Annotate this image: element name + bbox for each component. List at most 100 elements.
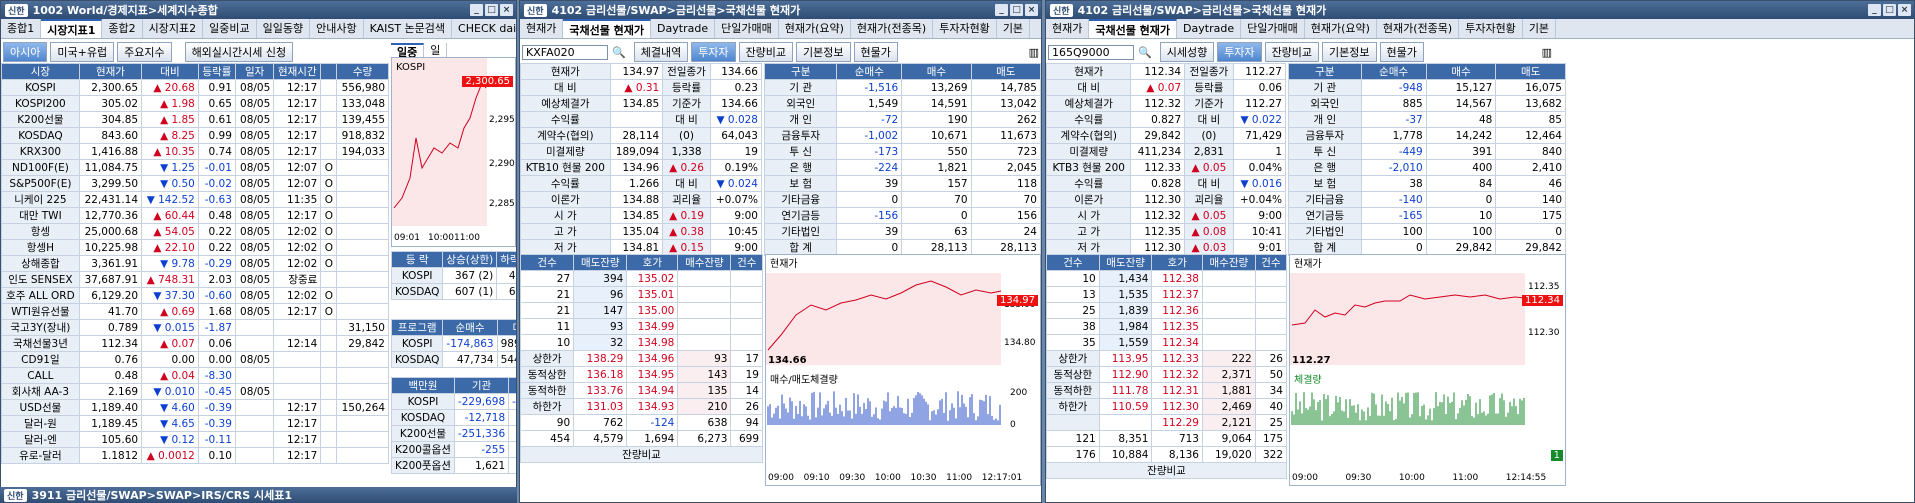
- title-bar[interactable]: 신한 1002 World/경제지표>세계지수종합 _ □ ×: [1, 1, 516, 19]
- table-row[interactable]: KOSDAQ-12,71861,227-30,999: [391, 409, 516, 426]
- tab-0[interactable]: 종합1: [1, 19, 42, 38]
- table-row[interactable]: 기 관 -948 15,127 16,075: [1288, 79, 1566, 96]
- table-row[interactable]: 투 신 -173 550 723: [763, 143, 1041, 160]
- close-icon[interactable]: ×: [1025, 4, 1038, 16]
- table-row[interactable]: 미결제량 189,094 1,338 19: [520, 143, 763, 160]
- table-row[interactable]: 대 비 ▲ 0.31 등락률 0.23: [520, 79, 763, 96]
- asia-button[interactable]: 아시아: [3, 42, 48, 62]
- title-bar[interactable]: 신한 4102 금리선물/SWAP>금리선물>국채선물 현재가 _ □ ×: [1046, 1, 1914, 19]
- table-row[interactable]: 외국인 885 14,567 13,682: [1288, 95, 1566, 112]
- table-row[interactable]: 인도 SENSEX 37,687.91 ▲ 748.31 2.03 08/05 장중료: [1, 271, 389, 288]
- table-row[interactable]: 개 인 -72 190 262: [763, 111, 1041, 128]
- table-row[interactable]: 고 가 135.04 ▲ 0.38 10:45: [520, 223, 763, 240]
- btn-2[interactable]: 잔량비교: [738, 42, 794, 62]
- balance-compare-button[interactable]: 잔량비교: [1046, 462, 1287, 479]
- tab-3[interactable]: 단일가매매: [715, 19, 779, 38]
- table-row[interactable]: 은 행 -2,010 400 2,410: [1288, 159, 1566, 176]
- table-row[interactable]: KOSDAQ607 (1)629 (0)101: [390, 283, 516, 300]
- table-row[interactable]: 기타법인 100 100 0: [1288, 223, 1566, 240]
- btn-2[interactable]: 잔량비교: [1264, 42, 1320, 62]
- tab-5[interactable]: 일일동향: [257, 19, 311, 38]
- table-row[interactable]: KOSDAQ 843.60 ▲ 8.25 0.99 08/05 12:17 918,832: [1, 127, 389, 144]
- minimize-icon[interactable]: _: [995, 4, 1008, 16]
- table-row[interactable]: KTB10 현물 200 134.96 ▲ 0.26 0.19%: [520, 159, 763, 176]
- table-row[interactable]: KOSPI-174,863989,455814,593: [390, 335, 516, 352]
- minimize-icon[interactable]: _: [470, 4, 483, 16]
- bid-row[interactable]: 상한가 113.95 112.33 222 26: [1046, 350, 1288, 367]
- btn-1[interactable]: 투자자: [691, 42, 736, 62]
- btn-0[interactable]: 체결내역: [633, 42, 689, 62]
- maximize-icon[interactable]: □: [1883, 4, 1896, 16]
- table-row[interactable]: K200선물 304.85 ▲ 1.85 0.61 08/05 12:17 139,455: [1, 111, 389, 128]
- tab-8[interactable]: CHECK daily: [452, 19, 516, 38]
- table-row[interactable]: 금융투자 -1,002 10,671 11,673: [763, 127, 1041, 144]
- table-row[interactable]: 항셍H 10,225.98 ▲ 22.10 0.22 08/05 12:02 O: [1, 239, 389, 256]
- ask-row[interactable]: 10 1,434 112.38: [1046, 270, 1288, 287]
- bid-row[interactable]: 동적하한 133.76 134.94 135 14: [520, 382, 763, 399]
- table-row[interactable]: 기타금융 0 70 70: [763, 191, 1041, 208]
- tab-2[interactable]: Daytrade: [651, 19, 716, 38]
- table-row[interactable]: 유로-달러 1.1812 ▲ 0.0012 0.10 12:17: [1, 447, 389, 464]
- tab-7[interactable]: KAIST 논문검색: [364, 19, 453, 38]
- table-row[interactable]: KOSPI367 (2)456 (0)79: [390, 267, 516, 284]
- tab-0[interactable]: 현재가: [520, 19, 564, 38]
- table-row[interactable]: 수익률 1.266 대 비 ▼ 0.024: [520, 175, 763, 192]
- bid-row[interactable]: 하한가 110.59 112.30 2,469 40: [1046, 398, 1288, 415]
- table-row[interactable]: 국고3Y(장내) 0.789 ▼ 0.015 -1.87 31,150: [1, 319, 389, 336]
- search-icon[interactable]: 🔍: [1138, 46, 1152, 59]
- close-icon[interactable]: ×: [500, 4, 513, 16]
- ask-row[interactable]: 13 1,535 112.37: [1046, 286, 1288, 303]
- maximize-icon[interactable]: □: [1010, 4, 1023, 16]
- table-row[interactable]: K200선물-251,336413,094-157,550: [391, 425, 516, 442]
- ask-row[interactable]: 21 147 135.00: [520, 302, 763, 319]
- btn-3[interactable]: 기본정보: [796, 42, 851, 62]
- ask-row[interactable]: 21 96 135.01: [520, 286, 763, 303]
- bid-row[interactable]: 상한가 138.29 134.96 93 17: [520, 350, 763, 367]
- bid-row[interactable]: 하한가 131.03 134.93 210 26: [520, 398, 763, 415]
- tab-4[interactable]: 현재가(요약): [1305, 19, 1377, 38]
- table-row[interactable]: KOSPI200 305.02 ▲ 1.98 0.65 08/05 12:17 133,04…: [1, 95, 389, 112]
- tab-1[interactable]: 국채선물 현재가: [563, 19, 652, 38]
- main-index-button[interactable]: 주요지수: [117, 42, 172, 62]
- table-row[interactable]: CD91일 0.76 0.00 0.00 08/05: [1, 351, 389, 368]
- tab-6[interactable]: 안내사항: [310, 19, 364, 38]
- tab-5[interactable]: 현재가(전종목): [851, 19, 934, 38]
- table-row[interactable]: 현재가 112.34 전일종가 112.27: [1046, 63, 1287, 80]
- bid-row[interactable]: 동적상한 136.18 134.95 143 19: [520, 366, 763, 383]
- bid-row[interactable]: 112.29 2,121 25: [1046, 414, 1288, 431]
- overseas-realtime-button[interactable]: 해외실시간시세 신청: [184, 42, 294, 62]
- tab-0[interactable]: 현재가: [1046, 19, 1090, 38]
- table-row[interactable]: 개 인 -37 48 85: [1288, 111, 1566, 128]
- table-row[interactable]: 시 가 112.32 ▲ 0.05 9:00: [1046, 207, 1287, 224]
- table-row[interactable]: 연기금등 -165 10 175: [1288, 207, 1566, 224]
- maximize-icon[interactable]: □: [485, 4, 498, 16]
- table-row[interactable]: CALL 0.48 ▲ 0.04 -8.30: [1, 367, 389, 384]
- btn-4[interactable]: 현물가: [1379, 42, 1424, 62]
- table-row[interactable]: 대 비 ▲ 0.07 등락률 0.06: [1046, 79, 1287, 96]
- us-europe-button[interactable]: 미국+유럽: [50, 42, 115, 62]
- table-row[interactable]: 은 행 -224 1,821 2,045: [763, 159, 1041, 176]
- table-row[interactable]: 기 관 -1,516 13,269 14,785: [763, 79, 1041, 96]
- tab-1[interactable]: 시장지표1: [41, 19, 103, 38]
- ask-row[interactable]: 11 93 134.99: [520, 318, 763, 335]
- table-row[interactable]: KOSDAQ47,734544,151591,885: [390, 351, 516, 368]
- ask-row[interactable]: 27 394 135.02: [520, 270, 763, 287]
- ask-row[interactable]: 38 1,984 112.35: [1046, 318, 1288, 335]
- table-row[interactable]: 계약수(협의) 28,114 (0) 64,043: [520, 127, 763, 144]
- table-row[interactable]: KTB3 현물 200 112.33 ▲ 0.05 0.04%: [1046, 159, 1287, 176]
- tab-daily[interactable]: 일: [424, 43, 448, 57]
- table-row[interactable]: 호주 ALL ORD 6,129.20 ▼ 37.30 -0.60 08/05 12:02…: [1, 287, 389, 304]
- table-row[interactable]: 현재가 134.97 전일종가 134.66: [520, 63, 763, 80]
- table-row[interactable]: K200풋옵션1,621-2,0741,064: [391, 457, 516, 474]
- tab-4[interactable]: 일중비교: [203, 19, 257, 38]
- chart-icon[interactable]: ▥: [1029, 46, 1039, 59]
- table-row[interactable]: 국채선물3년 112.34 ▲ 0.07 0.06 12:14 29,842: [1, 335, 389, 352]
- tab-7[interactable]: 기본: [997, 19, 1031, 38]
- chart-icon[interactable]: ▥: [1542, 46, 1552, 59]
- tab-2[interactable]: 종합2: [102, 19, 143, 38]
- tab-intraday[interactable]: 일중: [391, 43, 425, 59]
- tab-4[interactable]: 현재가(요약): [779, 19, 851, 38]
- btn-4[interactable]: 현물가: [853, 42, 898, 62]
- ask-row[interactable]: 35 1,559 112.34: [1046, 334, 1288, 351]
- tab-1[interactable]: 국채선물 현재가: [1089, 19, 1178, 38]
